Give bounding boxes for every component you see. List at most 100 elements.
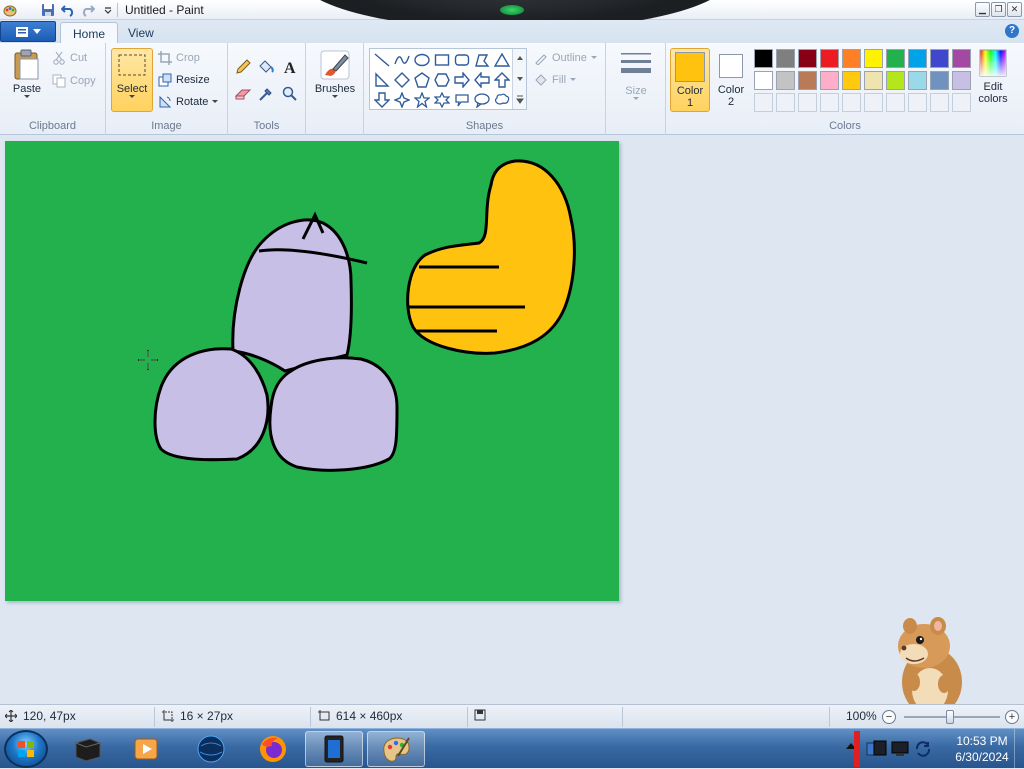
paint-app-icon[interactable] [2, 2, 18, 18]
color1-button[interactable]: Color 1 [670, 48, 710, 112]
pencil-tool[interactable] [232, 56, 254, 78]
cloud-callout-shape[interactable] [492, 90, 512, 110]
taskbar-app-firefox[interactable] [244, 731, 302, 767]
triangle-shape[interactable] [492, 50, 512, 70]
palette-color-swatch[interactable] [776, 71, 795, 90]
tray-network-icon[interactable] [866, 739, 888, 762]
palette-color-swatch[interactable] [930, 49, 949, 68]
brushes-button[interactable]: Brushes [314, 49, 356, 99]
clock[interactable]: 10:53 PM 6/30/2024 [940, 733, 1024, 765]
palette-color-swatch[interactable] [820, 71, 839, 90]
tray-sync-icon[interactable] [914, 740, 932, 761]
outline-button[interactable]: Outline [534, 48, 597, 68]
six-point-star-shape[interactable] [432, 90, 452, 110]
paste-button[interactable]: Paste [8, 49, 46, 99]
taskbar-app-terminal[interactable] [58, 731, 116, 767]
help-icon[interactable]: ? [1005, 24, 1019, 38]
palette-color-swatch[interactable] [886, 49, 905, 68]
taskbar-app-paint[interactable] [367, 731, 425, 767]
copy-button[interactable]: Copy [52, 71, 96, 91]
oval-callout-shape[interactable] [472, 90, 492, 110]
redo-icon[interactable] [80, 2, 96, 18]
magnifier-tool[interactable] [279, 83, 301, 105]
size-button[interactable]: Size [618, 49, 654, 101]
select-button[interactable]: Select [111, 48, 153, 112]
zoom-slider-thumb[interactable] [946, 710, 954, 724]
palette-color-swatch[interactable] [842, 49, 861, 68]
left-arrow-shape[interactable] [472, 70, 492, 90]
tab-view[interactable]: View [116, 22, 166, 43]
four-point-star-shape[interactable] [392, 90, 412, 110]
hexagon-shape[interactable] [432, 70, 452, 90]
polygon-shape[interactable] [472, 50, 492, 70]
palette-color-swatch[interactable] [930, 71, 949, 90]
right-arrow-shape[interactable] [452, 70, 472, 90]
drawing-canvas[interactable] [5, 141, 619, 601]
palette-color-swatch[interactable] [798, 71, 817, 90]
five-point-star-shape[interactable] [412, 90, 432, 110]
start-button[interactable] [4, 730, 48, 768]
cut-button[interactable]: Cut [52, 48, 87, 68]
custom-color-slot[interactable] [798, 93, 817, 112]
line-shape[interactable] [372, 50, 392, 70]
right-triangle-shape[interactable] [372, 70, 392, 90]
custom-color-slot[interactable] [820, 93, 839, 112]
show-desktop-button[interactable] [1014, 729, 1024, 769]
palette-color-swatch[interactable] [754, 71, 773, 90]
color-picker-tool[interactable] [255, 83, 277, 105]
minimize-button[interactable]: ▁ [975, 2, 990, 17]
restore-button[interactable]: ❐ [991, 2, 1006, 17]
curve-shape[interactable] [392, 50, 412, 70]
down-arrow-shape[interactable] [372, 90, 392, 110]
up-arrow-shape[interactable] [492, 70, 512, 90]
palette-color-swatch[interactable] [776, 49, 795, 68]
rounded-rectangle-shape[interactable] [452, 50, 472, 70]
undo-icon[interactable] [60, 2, 76, 18]
rounded-callout-shape[interactable] [452, 90, 472, 110]
customize-qat-icon[interactable] [100, 2, 116, 18]
palette-color-swatch[interactable] [908, 71, 927, 90]
custom-color-slot[interactable] [842, 93, 861, 112]
fill-tool[interactable] [255, 56, 277, 78]
palette-color-swatch[interactable] [886, 71, 905, 90]
close-button[interactable]: ✕ [1007, 2, 1022, 17]
eraser-tool[interactable] [232, 83, 254, 105]
custom-color-slot[interactable] [776, 93, 795, 112]
resize-button[interactable]: Resize [158, 70, 210, 90]
app-menu-button[interactable] [0, 21, 56, 42]
palette-color-swatch[interactable] [842, 71, 861, 90]
pentagon-shape[interactable] [412, 70, 432, 90]
tab-home[interactable]: Home [60, 22, 119, 43]
custom-color-slot[interactable] [908, 93, 927, 112]
palette-color-swatch[interactable] [754, 49, 773, 68]
taskbar-app-media-player[interactable] [118, 731, 176, 767]
edit-colors-button[interactable]: Edit colors [974, 49, 1012, 105]
text-tool[interactable]: A [279, 56, 301, 78]
zoom-in-button[interactable]: + [1005, 710, 1019, 724]
tray-device-icon[interactable] [890, 739, 910, 762]
fill-button[interactable]: Fill [534, 70, 577, 90]
palette-color-swatch[interactable] [864, 49, 883, 68]
custom-color-slot[interactable] [952, 93, 971, 112]
palette-color-swatch[interactable] [952, 71, 971, 90]
shapes-scrollbar[interactable] [512, 49, 526, 109]
palette-color-swatch[interactable] [864, 71, 883, 90]
custom-color-slot[interactable] [754, 93, 773, 112]
palette-color-swatch[interactable] [798, 49, 817, 68]
palette-color-swatch[interactable] [820, 49, 839, 68]
palette-color-swatch[interactable] [908, 49, 927, 68]
diamond-shape[interactable] [392, 70, 412, 90]
custom-color-slot[interactable] [930, 93, 949, 112]
taskbar-app-window-switcher[interactable] [305, 731, 363, 767]
taskbar-app-globe[interactable] [182, 731, 240, 767]
rotate-button[interactable]: Rotate [158, 92, 219, 112]
custom-color-slot[interactable] [886, 93, 905, 112]
save-icon[interactable] [40, 2, 56, 18]
palette-color-swatch[interactable] [952, 49, 971, 68]
rectangle-shape[interactable] [432, 50, 452, 70]
custom-color-slot[interactable] [864, 93, 883, 112]
crop-button[interactable]: Crop [158, 48, 200, 68]
oval-shape[interactable] [412, 50, 432, 70]
color2-button[interactable]: Color 2 [714, 48, 748, 112]
zoom-out-button[interactable]: − [882, 710, 896, 724]
